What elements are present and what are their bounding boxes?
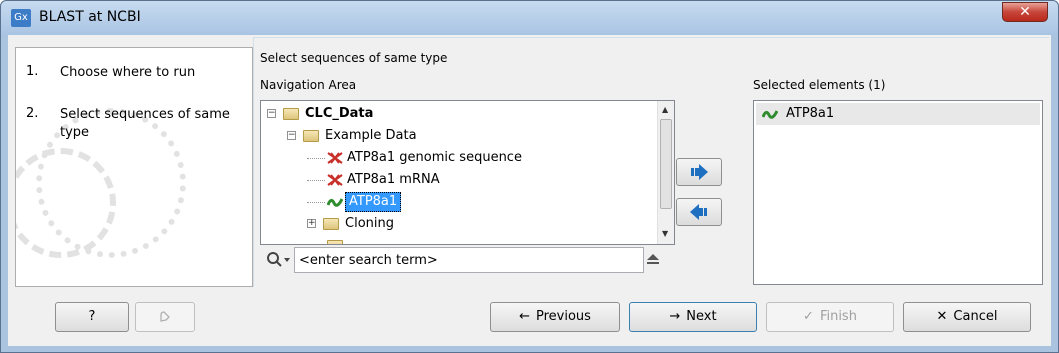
reset-icon bbox=[160, 311, 170, 322]
reset-button[interactable] bbox=[135, 302, 195, 332]
page-title: Select sequences of same type bbox=[260, 51, 448, 65]
collapse-panel-icon[interactable] bbox=[646, 251, 660, 267]
step-label: Choose where to run bbox=[60, 65, 196, 80]
tree-connector bbox=[307, 158, 325, 159]
arrow-right-icon bbox=[691, 164, 708, 180]
collapse-icon[interactable]: − bbox=[267, 109, 276, 118]
arrow-left-icon bbox=[690, 204, 707, 220]
tree-connector bbox=[307, 180, 325, 181]
add-selection-button[interactable] bbox=[676, 158, 722, 186]
section-divider bbox=[253, 37, 254, 287]
cancel-button[interactable]: ✕ Cancel bbox=[903, 302, 1031, 332]
scroll-down-icon[interactable]: ▼ bbox=[662, 229, 668, 238]
arrow-right-icon: → bbox=[669, 309, 681, 324]
previous-button[interactable]: ← Previous bbox=[490, 302, 620, 332]
selected-elements-list[interactable]: ATP8a1 bbox=[753, 100, 1043, 285]
search-options-button[interactable] bbox=[266, 251, 292, 269]
tree-item-label: CLC_Data bbox=[305, 106, 374, 121]
close-icon: ✕ bbox=[936, 309, 948, 324]
database-folder-icon bbox=[283, 108, 299, 120]
dialog-window: Gx BLAST at NCBI ✕ 1. Choose where to ru… bbox=[0, 0, 1059, 353]
list-item[interactable]: ATP8a1 bbox=[756, 103, 1040, 125]
remove-selection-button[interactable] bbox=[676, 198, 722, 226]
app-icon: Gx bbox=[11, 9, 31, 27]
navigation-area-label: Navigation Area bbox=[260, 78, 357, 92]
nucleotide-sequence-icon bbox=[327, 174, 343, 186]
step-number: 2. bbox=[26, 106, 39, 121]
previous-label: Previous bbox=[535, 309, 591, 324]
tree-connector bbox=[307, 202, 325, 203]
tree-item-label: Example Data bbox=[325, 128, 417, 143]
selected-elements-label: Selected elements (1) bbox=[753, 78, 886, 92]
wizard-steps-panel: 1. Choose where to run 2. Select sequenc… bbox=[15, 47, 253, 287]
folder-icon bbox=[327, 240, 343, 244]
section-divider bbox=[253, 37, 1049, 38]
tree-scrollbar[interactable]: ▲ ▼ bbox=[657, 101, 674, 244]
protein-sequence-icon bbox=[762, 110, 778, 119]
button-bar: ? ← Previous → Next ✓ Finish ✕ Cancel bbox=[8, 288, 1051, 346]
search-input[interactable] bbox=[294, 247, 644, 273]
folder-icon bbox=[303, 130, 319, 142]
collapse-icon[interactable]: − bbox=[287, 131, 296, 140]
search-icon bbox=[267, 252, 290, 267]
scroll-up-icon[interactable]: ▲ bbox=[662, 105, 668, 114]
folder-icon bbox=[323, 218, 339, 230]
scrollbar-thumb[interactable] bbox=[660, 119, 672, 209]
tree-item-label: ATP8a1 bbox=[345, 192, 402, 212]
cancel-label: Cancel bbox=[953, 309, 998, 324]
next-button[interactable]: → Next bbox=[629, 302, 757, 332]
dialog-client-area: 1. Choose where to run 2. Select sequenc… bbox=[8, 35, 1051, 346]
expand-icon[interactable]: + bbox=[307, 219, 316, 228]
tree-item-label: Cloning bbox=[345, 216, 394, 231]
help-label: ? bbox=[88, 309, 96, 324]
help-button[interactable]: ? bbox=[55, 302, 129, 332]
arrow-left-icon: ← bbox=[519, 309, 530, 324]
list-item-label: ATP8a1 bbox=[786, 106, 835, 121]
step-label: Select sequences of same type bbox=[60, 107, 230, 140]
finish-button[interactable]: ✓ Finish bbox=[766, 302, 894, 332]
navigation-tree[interactable]: − CLC_Data − Example Data ATP8a1 genomic… bbox=[260, 100, 675, 245]
window-title: BLAST at NCBI bbox=[39, 9, 141, 25]
protein-sequence-icon bbox=[327, 198, 343, 207]
finish-label: Finish bbox=[819, 309, 857, 324]
nucleotide-sequence-icon bbox=[327, 152, 343, 164]
step-number: 1. bbox=[26, 64, 39, 79]
title-bar[interactable]: Gx BLAST at NCBI ✕ bbox=[1, 1, 1058, 35]
tree-item-label: ATP8a1 mRNA bbox=[347, 172, 440, 187]
next-label: Next bbox=[686, 309, 717, 324]
checkmark-icon: ✓ bbox=[803, 309, 814, 324]
close-button[interactable]: ✕ bbox=[1002, 2, 1048, 22]
tree-item-label: ATP8a1 genomic sequence bbox=[347, 150, 522, 165]
